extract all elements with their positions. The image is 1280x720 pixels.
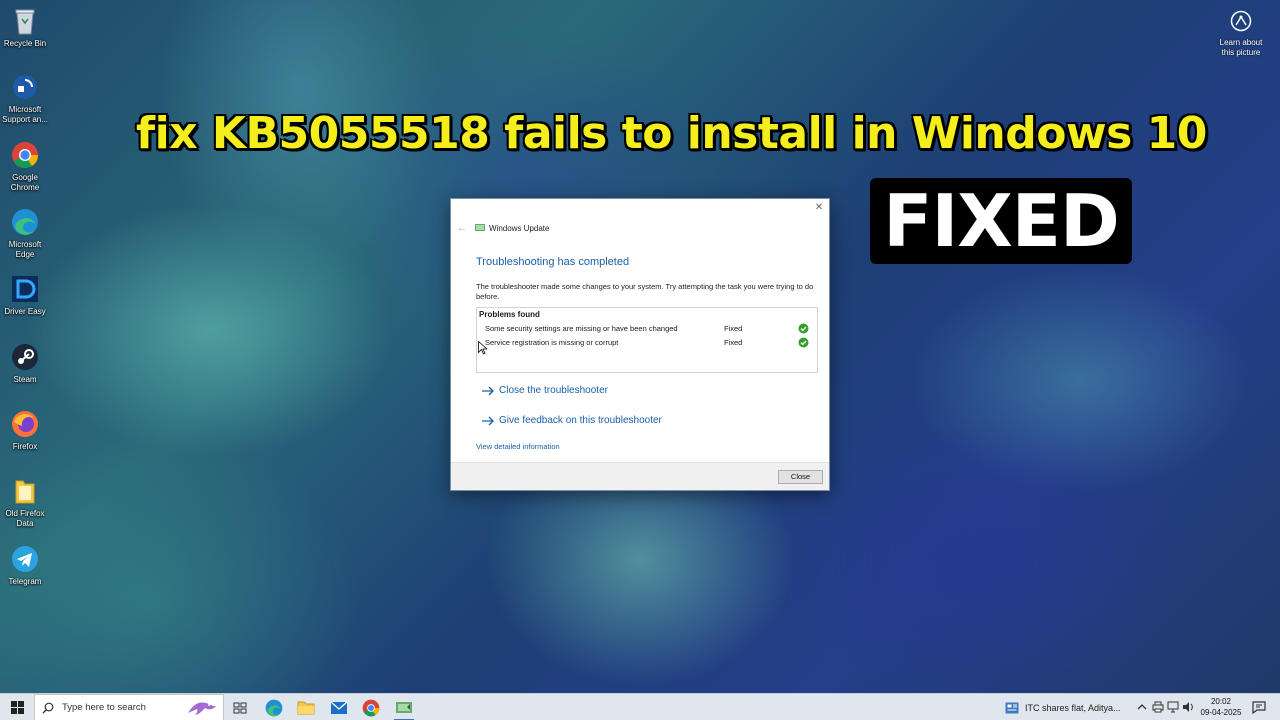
- view-detailed-information-link[interactable]: View detailed information: [476, 442, 560, 451]
- learn-about-picture[interactable]: Learn about this picture: [1214, 10, 1268, 58]
- problem-text: Service registration is missing or corru…: [485, 338, 619, 347]
- system-clock[interactable]: 20:02 09-04-2025: [1198, 696, 1244, 718]
- windows-logo-icon: [10, 701, 24, 714]
- problem-status: Fixed: [724, 338, 743, 347]
- desktop-icon-label: Microsoft Support an...: [2, 105, 48, 124]
- edge-icon: [265, 699, 283, 716]
- desktop-icon-steam[interactable]: Steam: [0, 342, 50, 385]
- arrow-right-icon: [482, 386, 494, 395]
- desktop-icon-label: Old Firefox Data: [5, 509, 45, 528]
- news-widget[interactable]: ITC shares flat, Aditya...: [1005, 694, 1121, 720]
- task-view-button[interactable]: [224, 694, 256, 720]
- give-feedback-link[interactable]: Give feedback on this troubleshooter: [481, 415, 662, 426]
- telegram-icon: [10, 544, 40, 574]
- give-feedback-label: Give feedback on this troubleshooter: [499, 415, 662, 426]
- search-highlight-icon: [188, 702, 216, 715]
- dialog-heading: Troubleshooting has completed: [476, 256, 630, 268]
- mail-icon: [330, 701, 348, 714]
- taskbar-app-mail[interactable]: [323, 694, 355, 720]
- desktop-icon-google-chrome[interactable]: Google Chrome: [0, 140, 50, 193]
- chevron-up-icon[interactable]: [1136, 701, 1148, 713]
- network-icon[interactable]: [1167, 701, 1179, 713]
- desktop-icon-label: Steam: [13, 375, 37, 384]
- fixed-stamp: FIXED: [870, 178, 1132, 264]
- check-circle-icon: [798, 337, 809, 348]
- desktop-icon-firefox[interactable]: Firefox: [0, 409, 50, 452]
- driver-easy-icon: [10, 274, 40, 304]
- desktop-icon-microsoft-support[interactable]: Microsoft Support an...: [0, 72, 50, 125]
- problems-header: Problems found: [479, 310, 540, 319]
- news-text: ITC shares flat, Aditya...: [1025, 702, 1121, 713]
- close-troubleshooter-label: Close the troubleshooter: [499, 385, 608, 396]
- back-arrow-icon[interactable]: ←: [457, 223, 467, 234]
- notification-icon[interactable]: [1252, 700, 1266, 714]
- taskbar-app-chrome[interactable]: [355, 694, 387, 720]
- check-circle-icon: [798, 323, 809, 334]
- close-troubleshooter-link[interactable]: Close the troubleshooter: [481, 385, 608, 396]
- printer-icon[interactable]: [1152, 701, 1164, 713]
- mouse-cursor-icon: [478, 341, 487, 355]
- desktop-icon-label: Telegram: [8, 577, 42, 586]
- taskbar-app-file-explorer[interactable]: [290, 694, 322, 720]
- recycle-bin-icon: [10, 6, 40, 36]
- close-icon[interactable]: ✕: [813, 202, 825, 214]
- learn-about-picture-label: Learn about this picture: [1219, 38, 1263, 57]
- taskbar-app-edge[interactable]: [258, 694, 290, 720]
- windows-update-icon: [396, 702, 412, 713]
- windows-update-icon: [475, 224, 485, 231]
- search-icon: [42, 702, 54, 713]
- folder-icon: [10, 476, 40, 506]
- search-placeholder: Type here to search: [62, 702, 146, 713]
- dialog-description: The troubleshooter made some changes to …: [476, 282, 814, 301]
- problem-status: Fixed: [724, 324, 743, 333]
- edge-icon: [10, 207, 40, 237]
- problems-panel: Problems found Some security settings ar…: [476, 307, 818, 373]
- problem-row: Some security settings are missing or ha…: [485, 323, 815, 336]
- dialog-title: Windows Update: [489, 224, 550, 233]
- file-explorer-icon: [297, 701, 315, 715]
- desktop-icon-old-firefox-data[interactable]: Old Firefox Data: [0, 476, 50, 529]
- dialog-titlebar: ← Windows Update ✕: [451, 199, 829, 234]
- firefox-icon: [10, 409, 40, 439]
- problem-text: Some security settings are missing or ha…: [485, 324, 678, 333]
- problem-row: Service registration is missing or corru…: [485, 337, 815, 350]
- steam-icon: [10, 342, 40, 372]
- taskbar-app-windows-update[interactable]: [388, 694, 420, 720]
- camera-pin-icon: [1230, 10, 1252, 32]
- volume-icon[interactable]: [1182, 701, 1194, 713]
- taskbar-search[interactable]: Type here to search: [34, 694, 224, 720]
- chrome-icon: [362, 699, 380, 716]
- taskbar: Type here to search ITC shares flat, Adi…: [0, 693, 1280, 720]
- desktop-icon-driver-easy[interactable]: Driver Easy: [0, 274, 50, 317]
- desktop-icon-telegram[interactable]: Telegram: [0, 544, 50, 587]
- microsoft-support-icon: [10, 72, 40, 102]
- dialog-footer: Close: [451, 462, 829, 490]
- desktop-icon-recycle-bin[interactable]: Recycle Bin: [0, 6, 50, 49]
- close-button[interactable]: Close: [778, 470, 823, 484]
- video-headline: fix KB5055518 fails to install in Window…: [136, 108, 1207, 159]
- task-view-icon: [233, 702, 247, 713]
- desktop-icon-label: Google Chrome: [10, 173, 40, 192]
- desktop-icon-label: Driver Easy: [4, 307, 46, 316]
- clock-date: 09-04-2025: [1200, 708, 1242, 717]
- clock-time: 20:02: [1210, 697, 1232, 706]
- desktop-icon-label: Firefox: [12, 442, 38, 451]
- desktop-icon-label: Recycle Bin: [3, 39, 47, 48]
- troubleshooter-dialog: ← Windows Update ✕ Troubleshooting has c…: [450, 198, 830, 491]
- arrow-right-icon: [482, 416, 494, 425]
- start-button[interactable]: [0, 694, 34, 720]
- chrome-icon: [10, 140, 40, 170]
- desktop-icon-label: Microsoft Edge: [8, 240, 42, 259]
- news-icon: [1005, 702, 1019, 713]
- desktop-icon-microsoft-edge[interactable]: Microsoft Edge: [0, 207, 50, 260]
